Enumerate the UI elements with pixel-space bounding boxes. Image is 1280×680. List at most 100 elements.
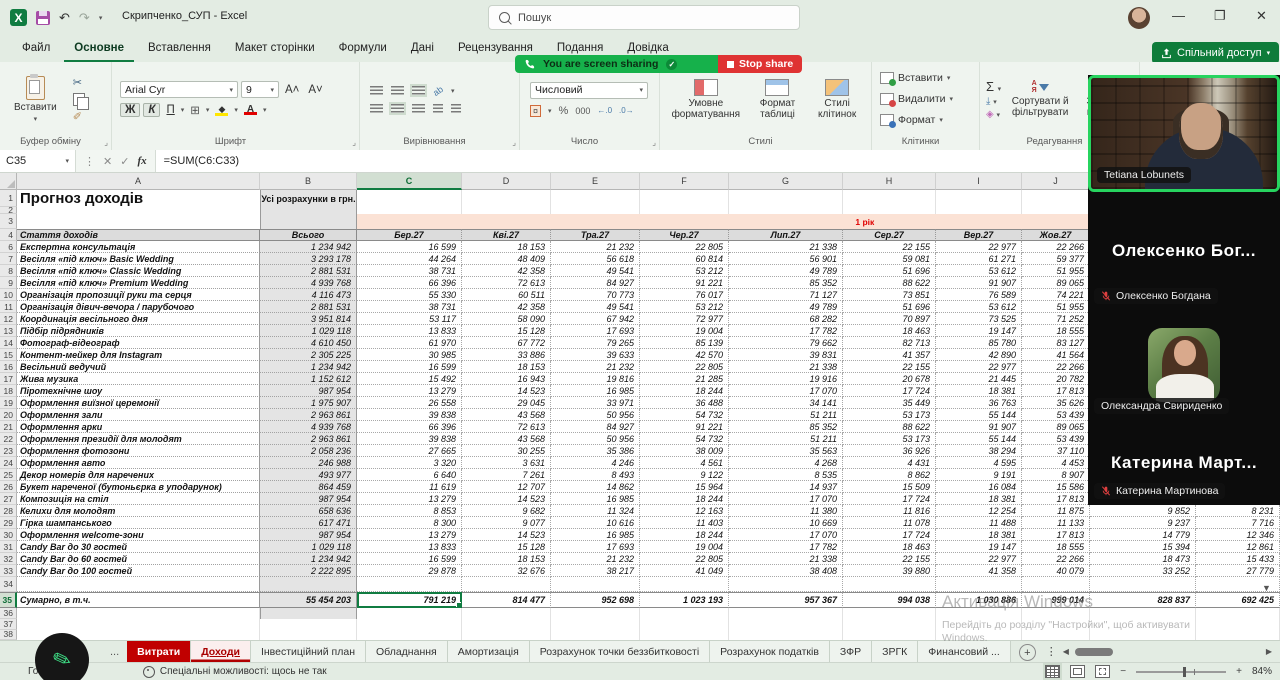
month-value[interactable]: 71 127 — [729, 289, 843, 301]
menu-tab[interactable]: Формули — [329, 38, 397, 62]
row-header[interactable]: 13 — [0, 325, 17, 337]
month-value[interactable]: 55 330 — [357, 289, 462, 301]
row-header[interactable]: 12 — [0, 313, 17, 325]
month-value[interactable]: 18 153 — [462, 361, 551, 373]
row-header[interactable]: 26 — [0, 481, 17, 493]
cell[interactable] — [843, 619, 936, 630]
column-header[interactable]: H — [843, 173, 936, 190]
month-value[interactable]: 22 805 — [640, 241, 729, 253]
month-value[interactable]: 35 449 — [843, 397, 936, 409]
cell[interactable] — [640, 577, 729, 592]
income-item-label[interactable]: Оформлення виїзної церемонії — [17, 397, 260, 409]
cell[interactable] — [1090, 619, 1196, 630]
select-all-corner[interactable] — [0, 173, 17, 190]
month-value[interactable]: 83 127 — [1022, 337, 1090, 349]
month-value[interactable]: 11 619 — [357, 481, 462, 493]
month-value[interactable]: 72 613 — [462, 421, 551, 433]
month-value[interactable]: 9 122 — [640, 469, 729, 481]
month-value[interactable]: 73 851 — [843, 289, 936, 301]
income-item-label[interactable]: Оформлення welcome-зони — [17, 529, 260, 541]
sheet-tab[interactable]: Витрати — [127, 641, 191, 662]
autosum-icon[interactable]: Σ ▾ — [986, 79, 1001, 94]
sum-month-value[interactable]: 814 477 — [462, 592, 551, 608]
cell[interactable] — [357, 619, 462, 630]
sort-filter-button[interactable]: АЯ Сортувати й фільтрувати — [1007, 80, 1073, 118]
hscroll-thumb[interactable] — [1075, 648, 1113, 656]
cell[interactable] — [260, 214, 357, 229]
normal-view-button[interactable] — [1045, 665, 1060, 678]
page-break-view-button[interactable] — [1095, 665, 1110, 678]
total-value[interactable]: 3 293 178 — [260, 253, 357, 265]
total-value[interactable]: 4 939 768 — [260, 421, 357, 433]
month-value[interactable]: 70 773 — [551, 289, 640, 301]
month-value[interactable]: 3 631 — [462, 457, 551, 469]
column-header[interactable]: C — [357, 173, 462, 190]
month-value[interactable]: 13 833 — [357, 325, 462, 337]
month-value[interactable]: 12 254 — [936, 505, 1022, 517]
month-value[interactable]: 43 568 — [462, 409, 551, 421]
cell[interactable] — [1022, 190, 1090, 207]
total-value[interactable]: 658 636 — [260, 505, 357, 517]
row-header[interactable]: 24 — [0, 457, 17, 469]
month-value[interactable]: 12 707 — [462, 481, 551, 493]
month-value[interactable]: 70 897 — [843, 313, 936, 325]
total-value[interactable]: 4 116 473 — [260, 289, 357, 301]
month-value[interactable]: 39 880 — [843, 565, 936, 577]
orientation-icon[interactable]: ab — [431, 84, 445, 98]
cell[interactable] — [17, 608, 260, 619]
row-header[interactable]: 17 — [0, 373, 17, 385]
total-value[interactable]: 1 234 942 — [260, 361, 357, 373]
decrease-decimal-icon[interactable]: .0→ — [619, 106, 634, 115]
search-input[interactable]: Пошук — [488, 5, 800, 30]
header-cell-month[interactable]: Тра.27 — [551, 229, 640, 241]
cell[interactable] — [729, 608, 843, 619]
month-value[interactable]: 72 977 — [640, 313, 729, 325]
number-format-select[interactable]: Числовий▾ — [530, 82, 648, 99]
month-value[interactable]: 18 153 — [462, 241, 551, 253]
month-value[interactable]: 79 265 — [551, 337, 640, 349]
month-value[interactable]: 27 665 — [357, 445, 462, 457]
participant-tile[interactable]: Катерина Март...Катерина Мартинова — [1088, 420, 1280, 505]
cell[interactable] — [936, 630, 1022, 641]
month-value[interactable]: 8 853 — [357, 505, 462, 517]
month-value[interactable]: 17 813 — [1022, 493, 1090, 505]
month-value[interactable]: 11 875 — [1022, 505, 1090, 517]
zoom-out-icon[interactable]: − — [1120, 666, 1126, 677]
month-value[interactable]: 22 155 — [843, 361, 936, 373]
total-value[interactable]: 246 988 — [260, 457, 357, 469]
income-item-label[interactable]: Піротехнічне шоу — [17, 385, 260, 397]
month-value[interactable]: 4 246 — [551, 457, 640, 469]
month-value[interactable]: 40 079 — [1022, 565, 1090, 577]
cell[interactable] — [729, 207, 843, 214]
menu-tab[interactable]: Вставлення — [138, 38, 221, 62]
month-value[interactable]: 17 813 — [1022, 385, 1090, 397]
total-value[interactable]: 1 152 612 — [260, 373, 357, 385]
cell-styles-button[interactable]: Стилі клітинок — [810, 79, 864, 120]
month-value[interactable]: 84 927 — [551, 277, 640, 289]
income-item-label[interactable]: Контент-мейкер для Instagram — [17, 349, 260, 361]
row-header[interactable]: 23 — [0, 445, 17, 457]
income-item-label[interactable]: Декор номерів для наречених — [17, 469, 260, 481]
sum-month-value[interactable]: 999 014 — [1022, 592, 1090, 608]
month-value[interactable]: 17 693 — [551, 325, 640, 337]
zoom-in-icon[interactable]: + — [1236, 666, 1242, 677]
month-value[interactable]: 4 561 — [640, 457, 729, 469]
month-value[interactable]: 74 221 — [1022, 289, 1090, 301]
align-right-icon[interactable] — [412, 104, 425, 113]
month-value[interactable]: 12 861 — [1196, 541, 1280, 553]
row-header[interactable]: 38 — [0, 630, 17, 641]
close-button[interactable]: ✕ — [1256, 8, 1267, 24]
month-value[interactable]: 4 595 — [936, 457, 1022, 469]
month-value[interactable]: 22 266 — [1022, 361, 1090, 373]
month-value[interactable]: 16 599 — [357, 241, 462, 253]
month-value[interactable]: 51 211 — [729, 409, 843, 421]
sum-month-value[interactable]: 994 038 — [843, 592, 936, 608]
font-size-select[interactable]: 9▾ — [241, 81, 279, 98]
month-value[interactable]: 33 971 — [551, 397, 640, 409]
scroll-down-icon[interactable]: ▼ — [1262, 583, 1271, 593]
total-value[interactable]: 2 305 225 — [260, 349, 357, 361]
participant-tile[interactable]: Олексенко Бог...Олексенко Богдана — [1088, 192, 1280, 310]
month-value[interactable]: 21 232 — [551, 361, 640, 373]
month-value[interactable]: 18 463 — [843, 541, 936, 553]
row-header[interactable]: 32 — [0, 553, 17, 565]
